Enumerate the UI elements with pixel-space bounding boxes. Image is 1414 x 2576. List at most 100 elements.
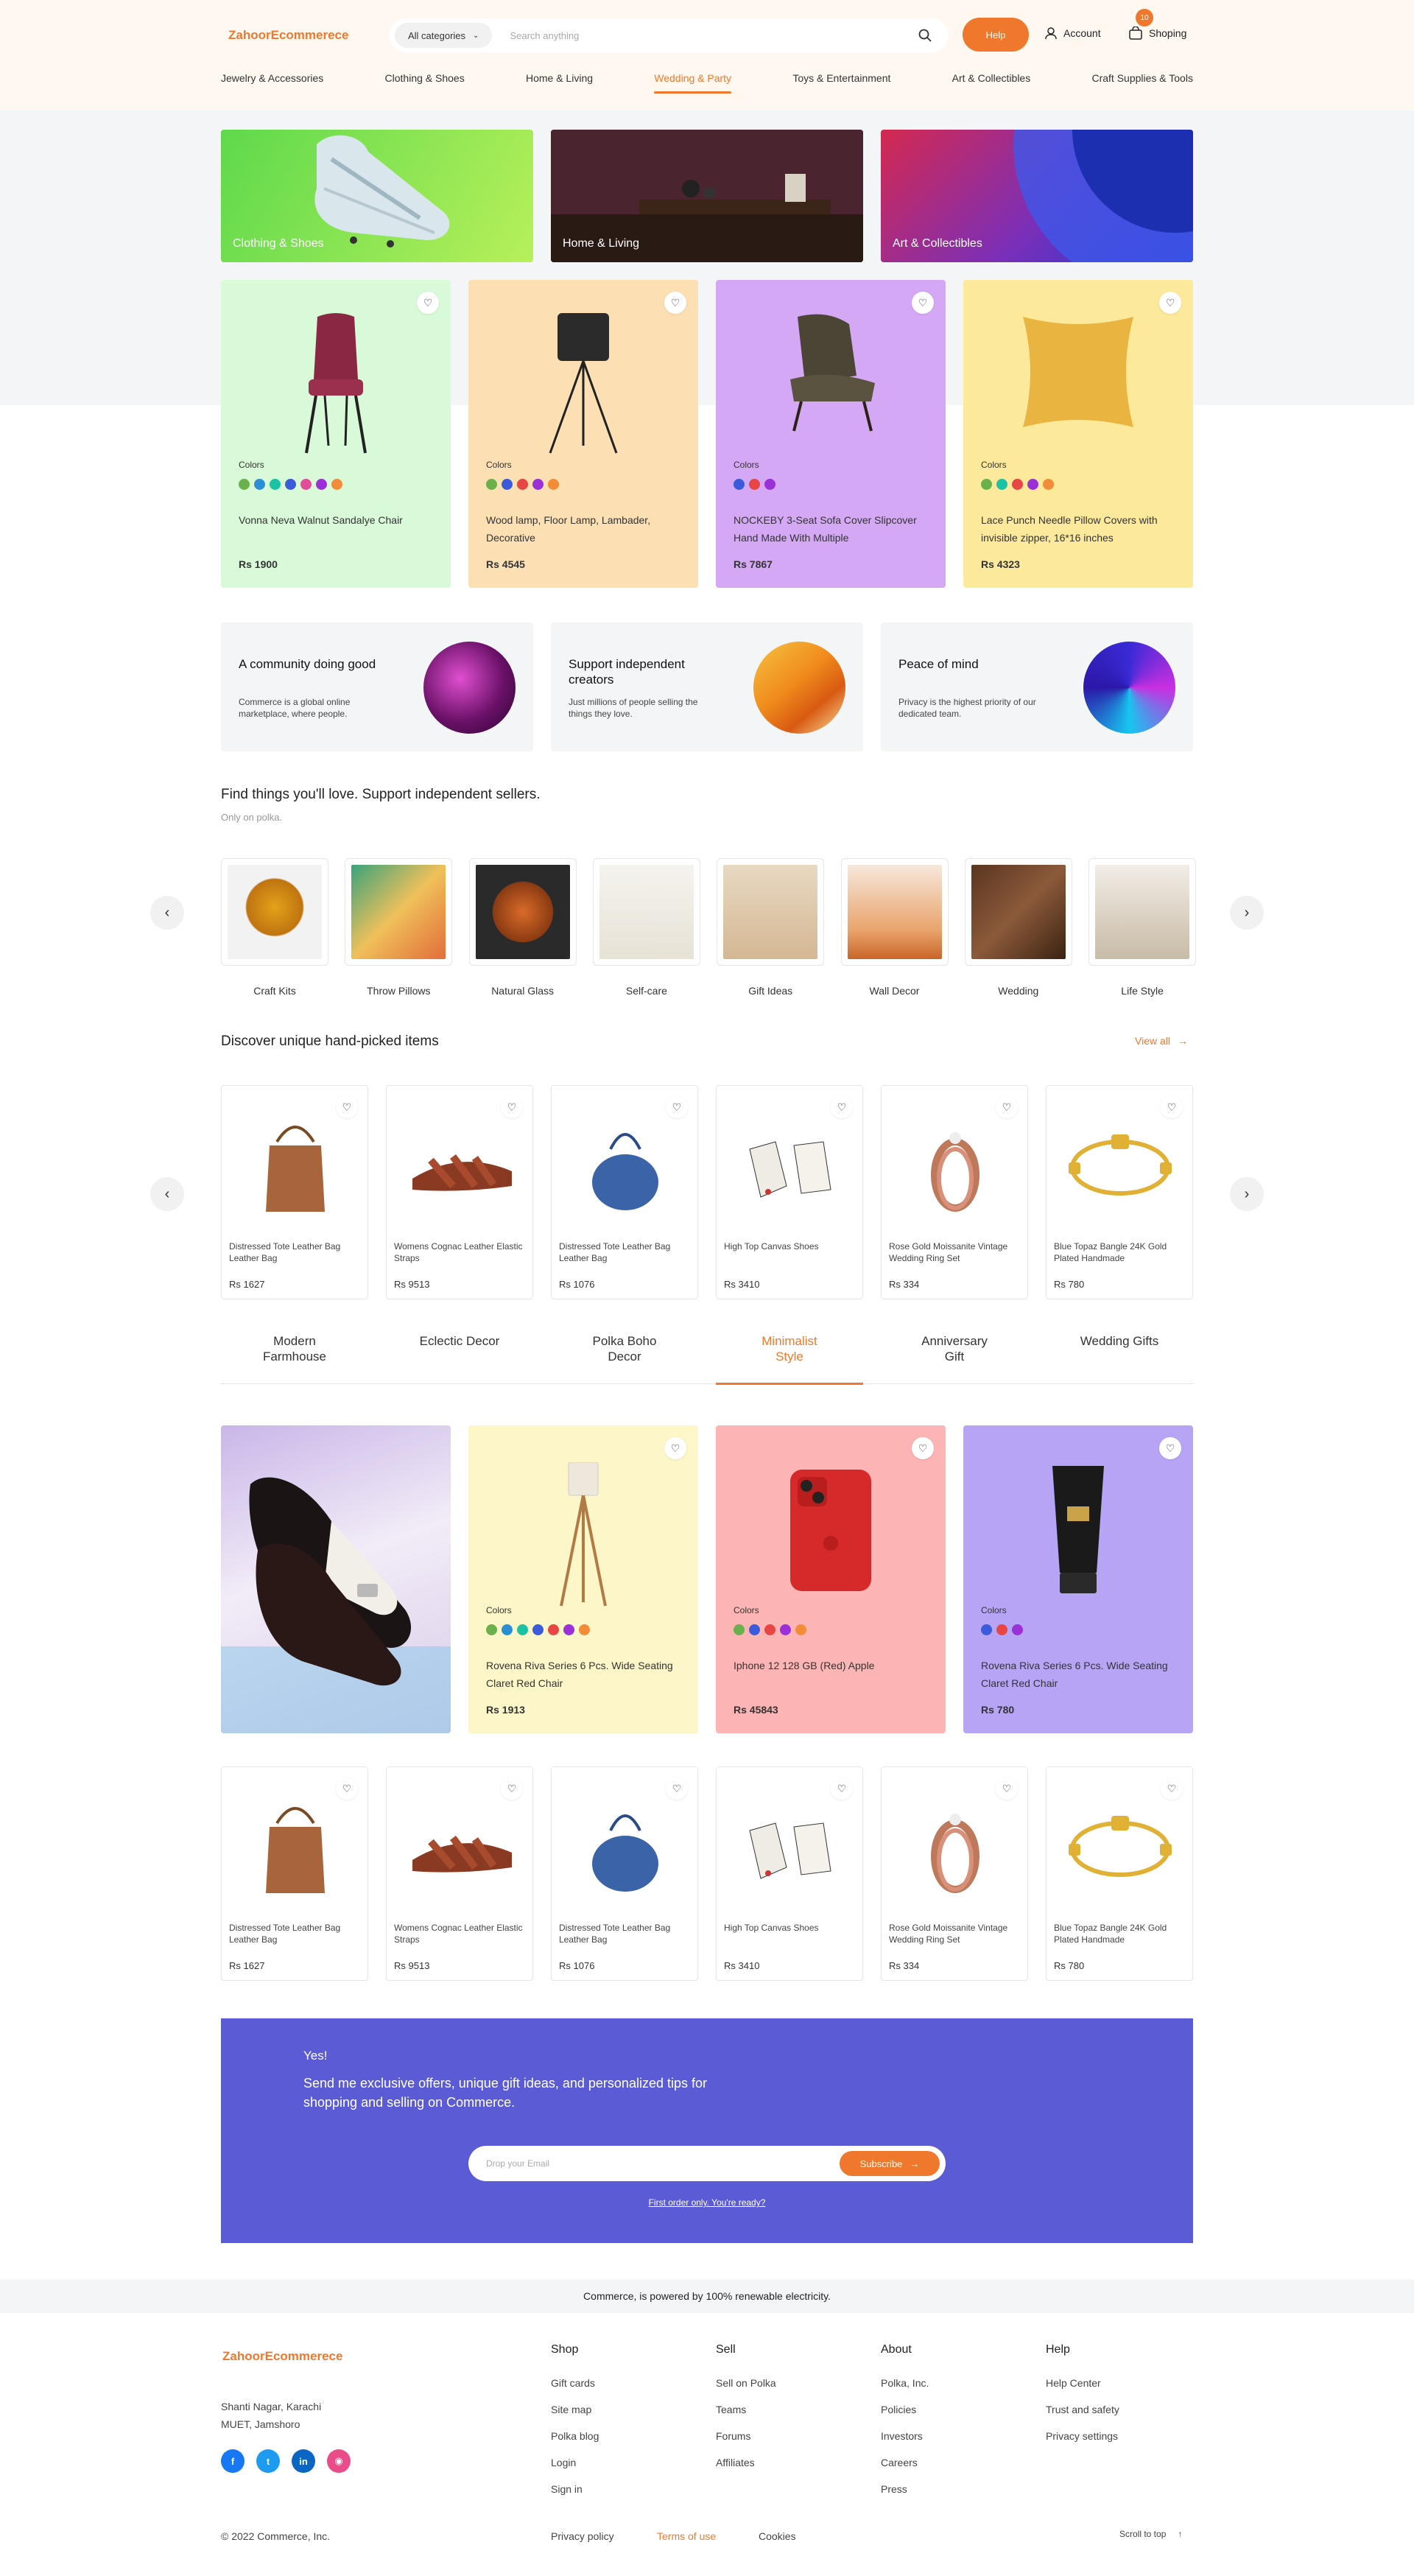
footer-link[interactable]: Sell on Polka [716,2377,776,2389]
featured-product-card[interactable]: ♡ Colors Wood lamp, Floor Lamp, Lambader… [468,280,698,588]
color-swatch[interactable] [532,479,544,490]
color-swatch[interactable] [517,479,528,490]
cookies-link[interactable]: Cookies [759,2530,796,2542]
wishlist-heart-icon[interactable]: ♡ [1159,1437,1181,1459]
featured-product-card[interactable]: ♡ Colors NOCKEBY 3-Seat Sofa Cover Slipc… [716,280,946,588]
view-all-link[interactable]: View all → [1135,1035,1188,1047]
product-card[interactable]: ♡ Rose Gold Moissanite Vintage Wedding R… [881,1085,1028,1299]
subscribe-button[interactable]: Subscribe → [840,2151,940,2176]
color-swatch[interactable] [486,479,497,490]
color-swatch[interactable] [517,1624,528,1635]
category-select[interactable]: All categories ⌄ [395,23,493,48]
style-tab[interactable]: Wedding Gifts [1046,1333,1193,1383]
color-swatch[interactable] [331,479,342,490]
handpicked-prev-button[interactable]: ‹ [150,1177,184,1211]
cart-link[interactable]: Shoping [1128,27,1186,40]
footer-link[interactable]: Press [881,2483,929,2495]
style-tab[interactable]: Polka Boho Decor [551,1333,698,1383]
color-swatch[interactable] [981,479,992,490]
category-self-care[interactable]: Self-care [592,858,700,997]
nav-toys[interactable]: Toys & Entertainment [792,72,890,84]
help-button[interactable]: Help [963,18,1029,52]
footer-link[interactable]: Login [551,2457,599,2468]
color-swatch[interactable] [749,1624,760,1635]
product-card[interactable]: ♡ High Top Canvas Shoes Rs 3410 [716,1085,863,1299]
style-tab[interactable]: Minimalist Style [716,1333,863,1385]
color-swatch[interactable] [502,1624,513,1635]
color-swatch[interactable] [1027,479,1038,490]
site-logo[interactable]: ZahoorEcommerece [228,28,348,43]
footer-link[interactable]: Gift cards [551,2377,599,2389]
color-swatch[interactable] [764,1624,775,1635]
footer-link[interactable]: Site map [551,2404,599,2415]
color-swatch[interactable] [1043,479,1054,490]
color-swatch[interactable] [579,1624,590,1635]
color-swatch[interactable] [548,1624,559,1635]
dribbble-icon[interactable]: ◉ [327,2449,351,2473]
color-swatch[interactable] [270,479,281,490]
color-swatch[interactable] [300,479,312,490]
category-throw-pillows[interactable]: Throw Pillows [345,858,453,997]
facebook-icon[interactable]: f [221,2449,245,2473]
product-card[interactable]: ♡ Blue Topaz Bangle 24K Gold Plated Hand… [1046,1766,1193,1981]
footer-link[interactable]: Careers [881,2457,929,2468]
promo-note-link[interactable]: First order only. You're ready? [0,2197,1414,2208]
style-tab[interactable]: Modern Farmhouse [221,1333,368,1383]
color-swatch[interactable] [734,1624,745,1635]
footer-link[interactable]: Privacy settings [1046,2430,1119,2442]
footer-link[interactable]: Teams [716,2404,776,2415]
categories-prev-button[interactable]: ‹ [150,896,184,930]
linkedin-icon[interactable]: in [292,2449,315,2473]
color-swatch[interactable] [764,479,775,490]
footer-link[interactable]: Polka, Inc. [881,2377,929,2389]
style-tab[interactable]: Anniversary Gift [881,1333,1028,1383]
email-input[interactable]: Drop your Email [486,2158,840,2169]
color-swatch[interactable] [548,479,559,490]
account-link[interactable]: Account [1044,27,1101,40]
color-swatch[interactable] [254,479,265,490]
banner-home-living[interactable]: Home & Living [551,130,863,262]
color-swatch[interactable] [1012,479,1023,490]
loafer-shoes-banner[interactable] [221,1425,451,1733]
footer-link[interactable]: Forums [716,2430,776,2442]
color-swatch[interactable] [749,479,760,490]
footer-link[interactable]: Sign in [551,2483,599,2495]
nav-wedding-party[interactable]: Wedding & Party [654,72,731,94]
color-swatch[interactable] [502,479,513,490]
footer-link[interactable]: Affiliates [716,2457,776,2468]
category-gift-ideas[interactable]: Gift Ideas [717,858,825,997]
style-product-card[interactable]: ♡ Colors Rovena Riva Series 6 Pcs. Wide … [468,1425,698,1733]
featured-product-card[interactable]: ♡ Colors Lace Punch Needle Pillow Covers… [963,280,1193,588]
color-swatch[interactable] [1012,1624,1023,1635]
color-swatch[interactable] [780,1624,791,1635]
color-swatch[interactable] [981,1624,992,1635]
featured-product-card[interactable]: ♡ Colors Vonna Neva Walnut Sandalye Chai… [221,280,451,588]
color-swatch[interactable] [532,1624,544,1635]
categories-next-button[interactable]: › [1230,896,1264,930]
nav-clothing[interactable]: Clothing & Shoes [385,72,465,84]
product-card[interactable]: ♡ Womens Cognac Leather Elastic Straps R… [386,1085,533,1299]
nav-home-living[interactable]: Home & Living [526,72,593,84]
category-wall-decor[interactable]: Wall Decor [840,858,949,997]
footer-link[interactable]: Policies [881,2404,929,2415]
color-swatch[interactable] [316,479,327,490]
wishlist-heart-icon[interactable]: ♡ [664,1437,686,1459]
product-card[interactable]: ♡ Distressed Tote Leather Bag Leather Ba… [551,1085,698,1299]
category-wedding[interactable]: Wedding [964,858,1072,997]
category-natural-glass[interactable]: Natural Glass [468,858,577,997]
handpicked-next-button[interactable]: › [1230,1177,1264,1211]
twitter-icon[interactable]: t [256,2449,280,2473]
color-swatch[interactable] [795,1624,806,1635]
color-swatch[interactable] [285,479,296,490]
style-product-card[interactable]: ♡ Colors Iphone 12 128 GB (Red) Apple Rs… [716,1425,946,1733]
nav-jewelry[interactable]: Jewelry & Accessories [221,72,323,84]
footer-link[interactable]: Investors [881,2430,929,2442]
category-life-style[interactable]: Life Style [1088,858,1197,997]
footer-link[interactable]: Help Center [1046,2377,1119,2389]
color-swatch[interactable] [734,479,745,490]
color-swatch[interactable] [563,1624,574,1635]
product-card[interactable]: ♡ Blue Topaz Bangle 24K Gold Plated Hand… [1046,1085,1193,1299]
product-card[interactable]: ♡ Distressed Tote Leather Bag Leather Ba… [221,1085,368,1299]
nav-craft[interactable]: Craft Supplies & Tools [1091,72,1192,84]
scroll-top-link[interactable]: Scroll to top ↑ [1119,2529,1182,2539]
